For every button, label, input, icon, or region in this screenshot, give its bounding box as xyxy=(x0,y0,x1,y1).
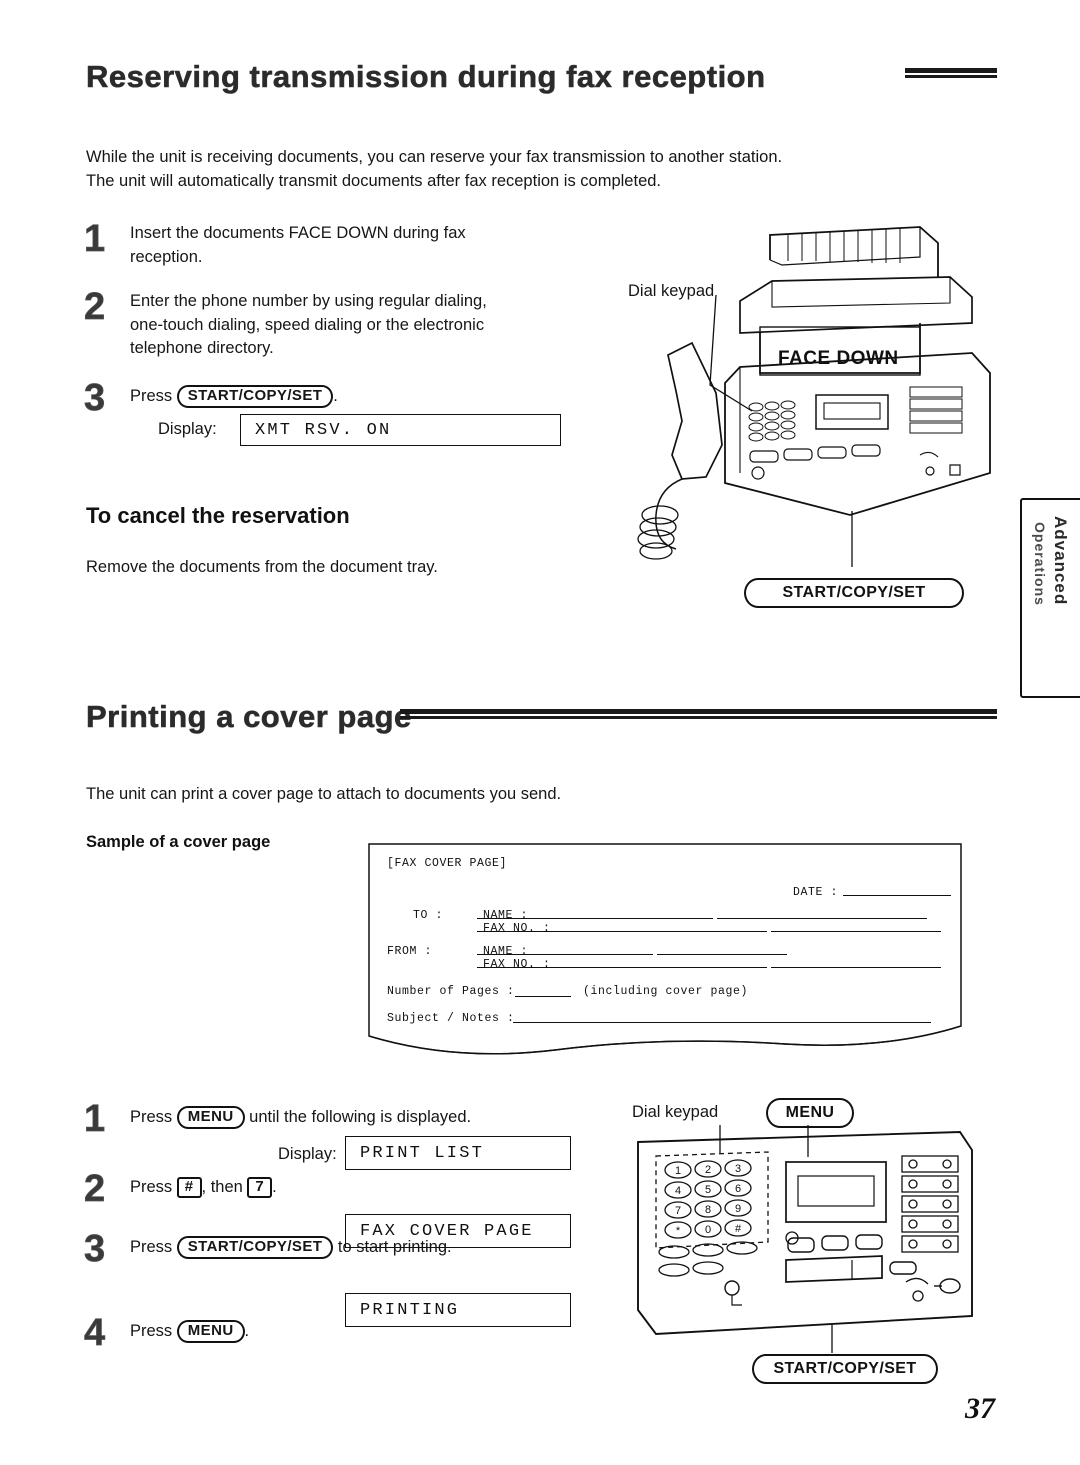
cover-pages-label: Number of Pages : xyxy=(387,985,515,998)
section2-title: Printing a cover page xyxy=(86,699,412,734)
cover-page-sample: [FAX COVER PAGE] DATE : TO : NAME : FAX … xyxy=(365,840,965,1060)
face-down-label: FACE DOWN xyxy=(778,348,899,369)
hash-key[interactable]: # xyxy=(176,1177,202,1198)
section1-title: Reserving transmission during fax recept… xyxy=(86,59,766,94)
cover-step4-number: 4 xyxy=(84,1312,106,1355)
step3-suffix: . xyxy=(333,386,338,405)
cover-step3-text: Press START/COPY/SET to start printing. xyxy=(130,1236,452,1259)
cover-from-fax-label: FAX NO. : xyxy=(483,958,551,971)
cover-step2-prefix: Press xyxy=(130,1177,173,1196)
section1-heading-rule xyxy=(905,68,997,81)
display-box-xmt-rsv: XMT RSV. ON xyxy=(240,414,561,446)
cover-from-fax-rule-a xyxy=(477,967,767,968)
section1-heading: Reserving transmission during fax recept… xyxy=(86,59,766,94)
cover-pages-rule xyxy=(515,996,571,997)
cover-step2-mid: , then xyxy=(201,1177,243,1196)
step1-number: 1 xyxy=(84,218,106,261)
cover-from-label: FROM : xyxy=(387,945,433,958)
page-number: 37 xyxy=(965,1392,995,1425)
cancel-reservation-heading: To cancel the reservation xyxy=(86,503,350,528)
cover-from-name-label: NAME : xyxy=(483,945,529,958)
cover-to-label: TO : xyxy=(413,909,444,922)
start-copy-set-key-2[interactable]: START/COPY/SET xyxy=(176,1236,334,1259)
figure2-callout-lines xyxy=(719,1125,833,1353)
section2-intro: The unit can print a cover page to attac… xyxy=(86,785,562,803)
cover-to-name-label: NAME : xyxy=(483,909,529,922)
step1-text: Insert the documents FACE DOWN during fa… xyxy=(130,224,466,266)
seven-key[interactable]: 7 xyxy=(247,1177,273,1198)
cover-to-fax-rule-a xyxy=(477,931,767,932)
cover-to-fax-rule-b xyxy=(771,931,941,932)
side-tab-line1: Advanced xyxy=(1051,516,1070,606)
manual-page: Reserving transmission during fax recept… xyxy=(0,0,1080,1465)
cover-step3-number: 3 xyxy=(84,1228,106,1271)
start-copy-set-callout-1: START/COPY/SET xyxy=(744,578,964,608)
sample-cover-heading: Sample of a cover page xyxy=(86,833,271,851)
figure1-callout-lines xyxy=(709,294,853,567)
display-box-printing: PRINTING xyxy=(345,1293,571,1327)
cover-subject-rule xyxy=(513,1022,931,1023)
dial-keypad-label-1: Dial keypad xyxy=(628,282,715,300)
cover-step2-suffix: . xyxy=(272,1177,277,1196)
cover-step1-text: Press MENU until the following is displa… xyxy=(130,1106,471,1129)
section2-heading-rule xyxy=(400,709,997,722)
cover-page-outline xyxy=(368,843,962,1055)
display-box-print-list: PRINT LIST xyxy=(345,1136,571,1170)
cover-to-fax-label: FAX NO. : xyxy=(483,922,551,935)
cover-pages-note: (including cover page) xyxy=(583,985,749,998)
cover-step4-prefix: Press xyxy=(130,1321,173,1340)
menu-key-1[interactable]: MENU xyxy=(176,1106,245,1129)
cover-step4-suffix: . xyxy=(244,1321,250,1340)
cover-step1-number: 1 xyxy=(84,1098,106,1141)
step2-number: 2 xyxy=(84,286,106,329)
cover-step1-suffix: until the following is displayed. xyxy=(249,1107,472,1126)
display-label-2: Display: xyxy=(278,1145,337,1163)
cover-from-name-rule-b xyxy=(657,954,787,955)
cover-date-label: DATE : xyxy=(793,886,839,899)
cover-date-rule xyxy=(843,895,951,896)
menu-key-2[interactable]: MENU xyxy=(176,1320,245,1343)
cover-from-fax-rule-b xyxy=(771,967,941,968)
section1-intro: While the unit is receiving documents, y… xyxy=(86,148,783,190)
cancel-reservation-text: Remove the documents from the document t… xyxy=(86,558,438,576)
cover-title: [FAX COVER PAGE] xyxy=(387,857,508,870)
cover-step1-prefix: Press xyxy=(130,1107,173,1126)
step3-number: 3 xyxy=(84,377,106,420)
step3-prefix: Press xyxy=(130,386,173,405)
cover-subject-label: Subject / Notes : xyxy=(387,1012,515,1025)
cover-step3-prefix: Press xyxy=(130,1237,173,1256)
display-label-1: Display: xyxy=(158,420,217,438)
side-tab-line2: Operations xyxy=(1032,522,1048,606)
start-copy-set-key[interactable]: START/COPY/SET xyxy=(176,385,334,408)
cover-step2-number: 2 xyxy=(84,1168,106,1211)
cover-step4-text: Press MENU. xyxy=(130,1320,249,1343)
cover-to-name-rule-a xyxy=(477,918,713,919)
step3-text: Press START/COPY/SET. xyxy=(130,385,338,408)
cover-step2-text: Press #, then 7. xyxy=(130,1177,277,1198)
cover-to-name-rule-b xyxy=(717,918,927,919)
cover-from-name-rule-a xyxy=(477,954,653,955)
step2-text: Enter the phone number by using regular … xyxy=(130,292,487,357)
cover-step3-suffix: to start printing. xyxy=(337,1237,452,1256)
section2-heading: Printing a cover page xyxy=(86,699,412,734)
